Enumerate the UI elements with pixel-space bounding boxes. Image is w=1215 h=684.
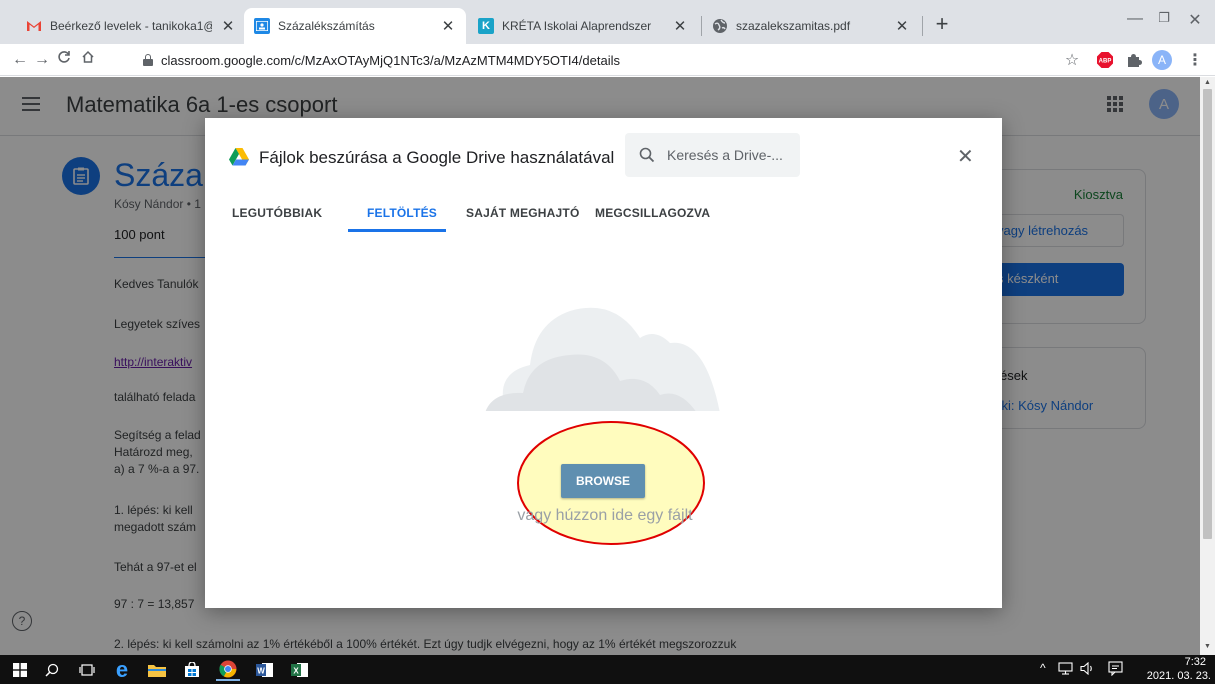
scroll-up-icon[interactable]: ▲	[1204, 79, 1211, 86]
drop-file-hint: vagy húzzon ide egy fájlt	[517, 507, 693, 524]
dialog-title: Fájlok beszúrása a Google Drive használa…	[259, 148, 615, 167]
reload-icon[interactable]	[54, 50, 74, 70]
profile-avatar[interactable]: A	[1152, 50, 1172, 70]
network-icon[interactable]	[1058, 662, 1074, 680]
scroll-down-icon[interactable]: ▼	[1204, 643, 1211, 650]
browse-button[interactable]: BROWSE	[561, 464, 645, 498]
kreta-icon: K	[478, 18, 494, 34]
chrome-menu-icon[interactable]: ⋮	[1185, 50, 1205, 70]
tab-title: KRÉTA Iskolai Alaprendszer	[502, 19, 652, 33]
svg-text:W: W	[257, 666, 265, 675]
search-icon	[639, 147, 655, 163]
lock-icon	[143, 54, 153, 66]
notification-icon[interactable]	[1108, 661, 1123, 681]
tab-szazalekszamitas[interactable]: Százalékszámítás ✕	[244, 8, 466, 44]
browser-toolbar: ← → classroom.google.com/c/MzAxOTAyMjQ1N…	[0, 44, 1215, 76]
address-bar[interactable]: classroom.google.com/c/MzAxOTAyMjQ1NTc3/…	[143, 48, 1093, 72]
store-icon[interactable]	[180, 658, 204, 681]
word-icon[interactable]: W	[253, 658, 277, 681]
close-tab-icon[interactable]: ✕	[672, 17, 688, 35]
globe-icon	[712, 18, 728, 34]
adblock-plus-icon[interactable]: ABP	[1095, 50, 1115, 70]
chevron-up-icon[interactable]: ^	[1040, 661, 1046, 675]
tab-pdf[interactable]: szazalekszamitas.pdf ✕	[702, 8, 920, 44]
forward-arrow-icon[interactable]: →	[32, 50, 52, 70]
extensions-puzzle-icon[interactable]	[1124, 50, 1144, 70]
drive-picker-dialog: Fájlok beszúrása a Google Drive használa…	[205, 118, 1002, 608]
classroom-icon	[254, 18, 270, 34]
svg-text:X: X	[293, 666, 299, 675]
windows-start-icon[interactable]	[8, 658, 32, 681]
active-tab-indicator	[348, 229, 446, 232]
tab-upload[interactable]: FELTÖLTÉS	[367, 206, 437, 220]
close-tab-icon[interactable]: ✕	[440, 17, 456, 35]
google-drive-icon	[229, 148, 249, 171]
volume-icon[interactable]	[1080, 661, 1096, 680]
close-window-button[interactable]: ✕	[1183, 10, 1207, 30]
back-arrow-icon[interactable]: ←	[10, 50, 30, 70]
clock-date[interactable]: 2021. 03. 23.	[1137, 670, 1211, 682]
bookmark-star-icon[interactable]: ☆	[1062, 50, 1082, 70]
tab-recent[interactable]: LEGUTÓBBIAK	[232, 206, 322, 220]
browser-tab-strip: Beérkező levelek - tanikoka1@gm ✕ Százal…	[0, 0, 1215, 44]
close-dialog-icon[interactable]: ✕	[957, 144, 974, 169]
search-placeholder: Keresés a Drive-...	[667, 147, 783, 163]
close-tab-icon[interactable]: ✕	[220, 17, 236, 35]
tab-starred[interactable]: MEGCSILLAGOZVA	[595, 206, 710, 220]
task-view-icon[interactable]	[75, 658, 99, 681]
excel-icon[interactable]: X	[288, 658, 312, 681]
tab-title: Beérkező levelek - tanikoka1@gm	[50, 19, 212, 33]
new-tab-button[interactable]: +	[930, 12, 954, 36]
gmail-icon	[26, 18, 42, 34]
tab-kreta[interactable]: K KRÉTA Iskolai Alaprendszer ✕	[468, 8, 698, 44]
close-tab-icon[interactable]: ✕	[894, 17, 910, 35]
edge-icon[interactable]: e	[110, 657, 134, 682]
clock-time[interactable]: 7:32	[1150, 656, 1206, 668]
windows-taskbar: e W X ^ 7:32 2021. 03. 23.	[0, 655, 1215, 684]
tab-my-drive[interactable]: SAJÁT MEGHAJTÓ	[466, 206, 579, 220]
url-text: classroom.google.com/c/MzAxOTAyMjQ1NTc3/…	[161, 52, 620, 68]
scrollbar-thumb[interactable]	[1203, 89, 1212, 539]
chrome-taskbar-icon[interactable]	[216, 658, 240, 681]
tab-separator	[922, 16, 923, 36]
tab-gmail[interactable]: Beérkező levelek - tanikoka1@gm ✕	[16, 8, 246, 44]
home-icon[interactable]	[78, 50, 98, 70]
tab-title: Százalékszámítás	[278, 19, 375, 33]
abp-label: ABP	[1099, 59, 1112, 65]
minimize-button[interactable]: —	[1123, 10, 1147, 28]
search-icon[interactable]	[40, 658, 64, 681]
restore-button[interactable]: ❐	[1152, 10, 1176, 26]
drive-search-box[interactable]: Keresés a Drive-...	[625, 133, 800, 177]
page-scrollbar[interactable]: ▲ ▼	[1200, 77, 1215, 655]
tab-title: szazalekszamitas.pdf	[736, 19, 851, 33]
file-explorer-icon[interactable]	[145, 658, 169, 681]
